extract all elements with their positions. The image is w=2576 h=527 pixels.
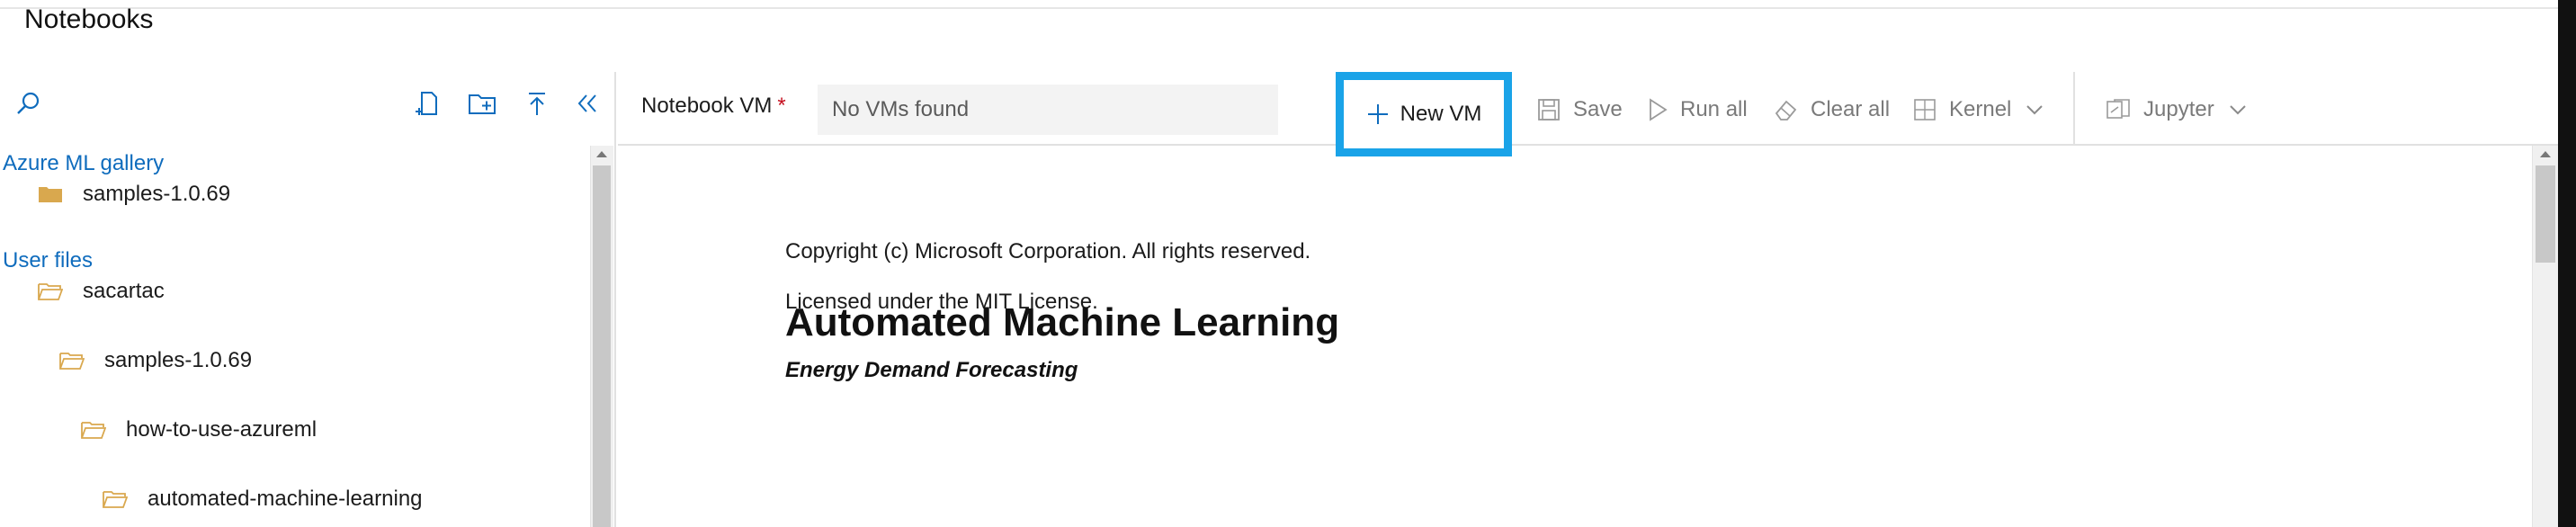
search-icon[interactable] bbox=[13, 88, 43, 119]
notebook-subheading: Energy Demand Forecasting bbox=[785, 358, 1078, 382]
eraser-icon bbox=[1773, 98, 1798, 121]
folder-open-icon bbox=[59, 351, 86, 371]
file-tree-scrollbar[interactable] bbox=[590, 146, 613, 527]
notebook-toolbar: Notebook VM * No VMs found New VM Save Ru… bbox=[618, 72, 2558, 156]
run-all-button[interactable]: Run all bbox=[1648, 92, 1748, 128]
notebook-pane: Notebook VM * No VMs found New VM Save Ru… bbox=[618, 72, 2558, 527]
scrollbar-thumb[interactable] bbox=[2536, 165, 2555, 263]
save-button[interactable]: Save bbox=[1537, 92, 1623, 128]
folder-filled-icon bbox=[38, 184, 65, 204]
clear-all-button[interactable]: Clear all bbox=[1773, 92, 1890, 128]
page-title: Notebooks bbox=[24, 4, 154, 34]
top-divider bbox=[0, 7, 2576, 9]
scrollbar-thumb[interactable] bbox=[593, 165, 611, 527]
tree-item-label: samples-1.0.69 bbox=[104, 348, 253, 372]
file-explorer: Azure ML gallery samples-1.0.69 User fil… bbox=[0, 72, 616, 527]
tree-item-label: how-to-use-azureml bbox=[126, 417, 318, 442]
save-label: Save bbox=[1573, 97, 1623, 121]
clear-all-label: Clear all bbox=[1811, 97, 1891, 121]
toolbar-divider bbox=[2073, 72, 2075, 144]
upload-icon[interactable] bbox=[522, 88, 552, 119]
file-tree: Azure ML gallery samples-1.0.69 User fil… bbox=[0, 146, 590, 527]
notebook-vm-label: Notebook VM * bbox=[641, 94, 786, 119]
tree-item-label: samples-1.0.69 bbox=[83, 182, 231, 206]
copyright-text: Copyright (c) Microsoft Corporation. All… bbox=[785, 239, 1311, 264]
section-user-files[interactable]: User files bbox=[3, 248, 93, 273]
tree-item-automated-machine-learning[interactable]: automated-machine-learning bbox=[103, 487, 423, 512]
tree-item-samples[interactable]: samples-1.0.69 bbox=[59, 348, 252, 373]
notebook-scrollbar[interactable] bbox=[2532, 146, 2558, 527]
tree-item-gallery-samples[interactable]: samples-1.0.69 bbox=[38, 182, 230, 207]
tree-item-sacartac[interactable]: sacartac bbox=[38, 279, 165, 304]
tree-item-how-to-use-azureml[interactable]: how-to-use-azureml bbox=[81, 417, 317, 442]
vm-label-text: Notebook VM bbox=[641, 94, 773, 118]
run-all-label: Run all bbox=[1680, 97, 1748, 121]
notebook-heading: Automated Machine Learning bbox=[785, 300, 1340, 344]
plus-icon bbox=[1366, 103, 1390, 126]
scroll-up-arrow-icon[interactable] bbox=[2540, 151, 2551, 157]
save-icon bbox=[1537, 98, 1561, 121]
new-file-icon[interactable] bbox=[412, 88, 443, 119]
kernel-dropdown[interactable]: Kernel bbox=[1913, 92, 2044, 128]
folder-open-icon bbox=[38, 281, 65, 301]
chevron-down-icon bbox=[2026, 103, 2044, 116]
kernel-label: Kernel bbox=[1949, 97, 2012, 121]
jupyter-dropdown[interactable]: Jupyter bbox=[2106, 92, 2247, 128]
collapse-icon[interactable] bbox=[572, 88, 603, 119]
chevron-down-icon bbox=[2229, 103, 2247, 116]
jupyter-label: Jupyter bbox=[2143, 97, 2214, 121]
scroll-up-arrow-icon[interactable] bbox=[596, 151, 607, 157]
vm-select[interactable]: No VMs found bbox=[818, 85, 1278, 135]
new-folder-icon[interactable] bbox=[466, 88, 498, 119]
tree-item-label: automated-machine-learning bbox=[148, 487, 423, 511]
section-azure-ml-gallery[interactable]: Azure ML gallery bbox=[3, 151, 164, 176]
folder-open-icon bbox=[81, 420, 108, 440]
new-vm-button[interactable]: New VM bbox=[1336, 72, 1512, 156]
jupyter-icon bbox=[2106, 98, 2131, 121]
explorer-toolbar bbox=[0, 72, 614, 146]
notebook-content: Copyright (c) Microsoft Corporation. All… bbox=[618, 146, 2532, 527]
window-edge bbox=[2558, 0, 2576, 527]
required-marker: * bbox=[777, 94, 786, 118]
tree-item-label: sacartac bbox=[83, 279, 165, 303]
play-icon bbox=[1648, 98, 1668, 121]
kernel-grid-icon bbox=[1913, 98, 1936, 121]
new-vm-label: New VM bbox=[1400, 102, 1482, 126]
folder-open-icon bbox=[103, 489, 130, 509]
